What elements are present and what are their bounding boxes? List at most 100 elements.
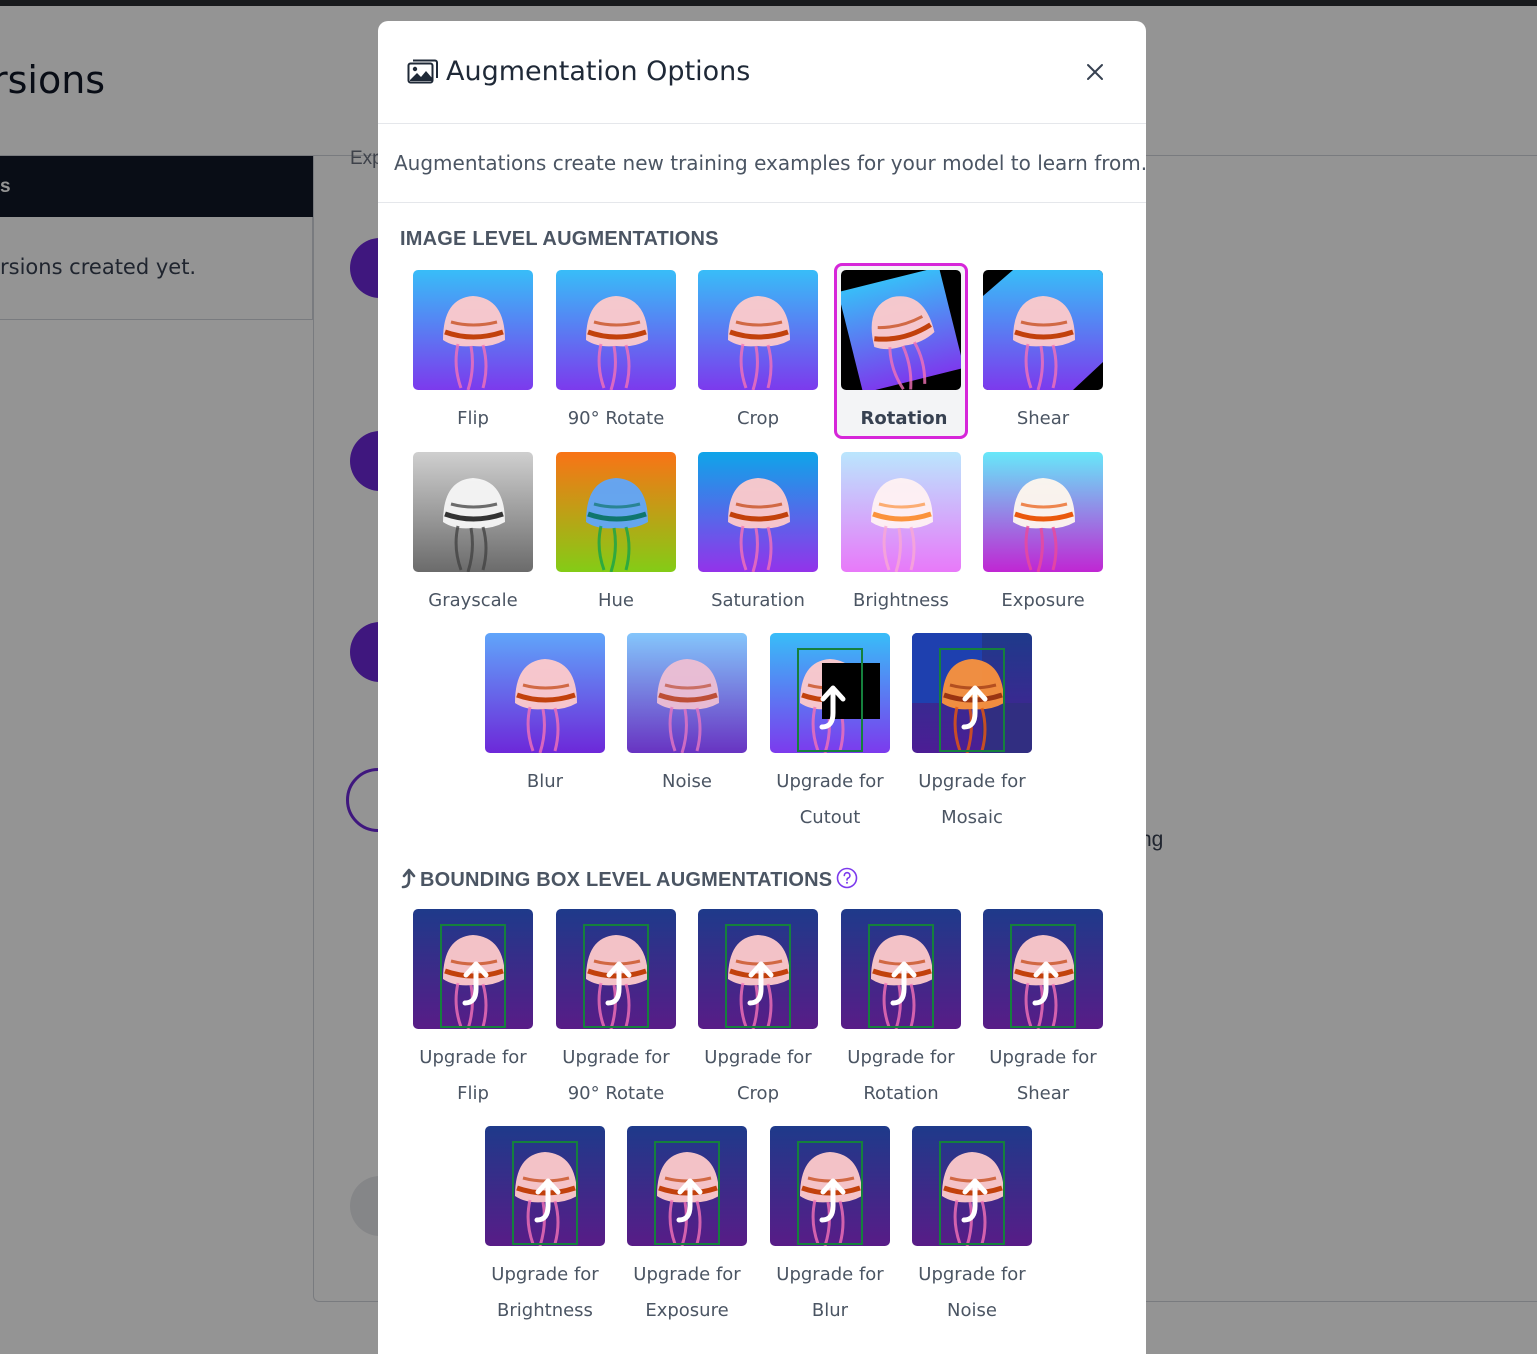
augmentation-label: Upgrade for Flip bbox=[419, 1047, 527, 1104]
augmentation-tile-upgrade-for-blur[interactable]: Upgrade for Blur bbox=[763, 1119, 897, 1329]
augmentation-tile-upgrade-for-cutout[interactable]: Upgrade for Cutout bbox=[763, 626, 897, 836]
augmentation-tile-brightness[interactable]: Brightness bbox=[834, 445, 968, 621]
upgrade-lock-preview-icon bbox=[983, 909, 1103, 1029]
augmentation-label: Rotation bbox=[860, 408, 948, 429]
help-icon[interactable] bbox=[836, 867, 858, 889]
augmentation-label: Crop bbox=[736, 408, 779, 429]
augmentation-label: Blur bbox=[526, 771, 564, 792]
augmentation-label: Hue bbox=[597, 590, 635, 611]
jellyfish-preview-icon bbox=[698, 270, 818, 390]
augmentation-thumbnail bbox=[413, 909, 533, 1029]
augmentation-thumbnail bbox=[556, 452, 676, 572]
augmentation-thumbnail bbox=[770, 633, 890, 753]
augmentation-tile-rotation[interactable]: Rotation bbox=[834, 263, 968, 439]
augmentation-thumbnail bbox=[485, 633, 605, 753]
augmentation-label: Upgrade for Mosaic bbox=[918, 771, 1026, 828]
section-title-text: BOUNDING BOX LEVEL AUGMENTATIONS bbox=[420, 869, 833, 891]
augmentation-tile-noise[interactable]: Noise bbox=[620, 626, 754, 802]
jellyfish-preview-icon bbox=[841, 452, 961, 572]
upgrade-lock-preview-icon bbox=[770, 633, 890, 753]
augmentation-options-modal: Augmentation Options Augmentations creat… bbox=[378, 21, 1146, 1354]
augmentation-tile-upgrade-for-shear[interactable]: Upgrade for Shear bbox=[976, 902, 1110, 1112]
jellyfish-preview-icon bbox=[627, 633, 747, 753]
augmentation-thumbnail bbox=[841, 270, 961, 390]
augmentation-tile-blur[interactable]: Blur bbox=[478, 626, 612, 802]
image-level-section-title: IMAGE LEVEL AUGMENTATIONS bbox=[400, 228, 719, 251]
upgrade-lock-preview-icon bbox=[912, 633, 1032, 753]
close-icon[interactable] bbox=[1082, 59, 1108, 85]
augmentation-tile-crop[interactable]: Crop bbox=[691, 263, 825, 439]
jellyfish-preview-icon bbox=[485, 633, 605, 753]
augmentation-label: Upgrade for Crop bbox=[704, 1047, 812, 1104]
augmentation-tile-upgrade-for-exposure[interactable]: Upgrade for Exposure bbox=[620, 1119, 754, 1329]
augmentation-tile-flip[interactable]: Flip bbox=[406, 263, 540, 439]
augmentation-tile-grayscale[interactable]: Grayscale bbox=[406, 445, 540, 621]
augmentation-label: Upgrade for Noise bbox=[918, 1264, 1026, 1321]
jellyfish-preview-icon bbox=[556, 452, 676, 572]
upgrade-lock-preview-icon bbox=[770, 1126, 890, 1246]
augmentation-thumbnail bbox=[841, 909, 961, 1029]
augmentation-thumbnail bbox=[698, 270, 818, 390]
bbox-level-section-title: BOUNDING BOX LEVEL AUGMENTATIONS bbox=[400, 867, 858, 892]
augmentation-thumbnail bbox=[770, 1126, 890, 1246]
augmentation-thumbnail bbox=[912, 1126, 1032, 1246]
augmentation-thumbnail bbox=[912, 633, 1032, 753]
jellyfish-preview-icon bbox=[413, 452, 533, 572]
augmentation-label: Upgrade for Exposure bbox=[633, 1264, 741, 1321]
modal-description: Augmentations create new training exampl… bbox=[378, 124, 1146, 203]
jellyfish-preview-icon bbox=[983, 452, 1103, 572]
augmentation-thumbnail bbox=[698, 452, 818, 572]
upgrade-lock-preview-icon bbox=[413, 909, 533, 1029]
augmentation-thumbnail bbox=[413, 452, 533, 572]
augmentation-label: Saturation bbox=[711, 590, 805, 611]
augmentation-tile-saturation[interactable]: Saturation bbox=[691, 445, 825, 621]
augmentation-thumbnail bbox=[556, 270, 676, 390]
jellyfish-preview-icon bbox=[841, 270, 961, 390]
augmentation-tile-upgrade-for-mosaic[interactable]: Upgrade for Mosaic bbox=[905, 626, 1039, 836]
upgrade-lock-preview-icon bbox=[556, 909, 676, 1029]
upgrade-arrow-icon bbox=[401, 868, 416, 889]
augmentation-label: Upgrade for Cutout bbox=[776, 771, 884, 828]
jellyfish-preview-icon bbox=[413, 270, 533, 390]
augmentation-thumbnail bbox=[698, 909, 818, 1029]
augmentation-thumbnail bbox=[485, 1126, 605, 1246]
augmentation-thumbnail bbox=[627, 1126, 747, 1246]
upgrade-lock-preview-icon bbox=[912, 1126, 1032, 1246]
augmentation-label: Upgrade for Brightness bbox=[491, 1264, 599, 1321]
augmentation-thumbnail bbox=[627, 633, 747, 753]
augmentation-tile-upgrade-for-noise[interactable]: Upgrade for Noise bbox=[905, 1119, 1039, 1329]
section-title-text: IMAGE LEVEL AUGMENTATIONS bbox=[400, 228, 719, 250]
augmentation-label: Noise bbox=[662, 771, 712, 792]
jellyfish-preview-icon bbox=[983, 270, 1103, 390]
augmentation-thumbnail bbox=[983, 270, 1103, 390]
upgrade-lock-preview-icon bbox=[627, 1126, 747, 1246]
augmentation-tile-hue[interactable]: Hue bbox=[549, 445, 683, 621]
augmentation-label: Upgrade for 90° Rotate bbox=[562, 1047, 670, 1104]
augmentation-label: Upgrade for Rotation bbox=[847, 1047, 955, 1104]
augmentation-tile-exposure[interactable]: Exposure bbox=[976, 445, 1110, 621]
images-icon bbox=[407, 59, 438, 84]
modal-title: Augmentation Options bbox=[446, 56, 751, 87]
jellyfish-preview-icon bbox=[698, 452, 818, 572]
augmentation-label: Upgrade for Shear bbox=[989, 1047, 1097, 1104]
augmentation-label: Exposure bbox=[1001, 590, 1085, 611]
upgrade-lock-preview-icon bbox=[698, 909, 818, 1029]
augmentation-thumbnail bbox=[983, 909, 1103, 1029]
augmentation-label: Brightness bbox=[853, 590, 949, 611]
augmentation-thumbnail bbox=[841, 452, 961, 572]
upgrade-lock-preview-icon bbox=[485, 1126, 605, 1246]
augmentation-thumbnail bbox=[983, 452, 1103, 572]
upgrade-lock-preview-icon bbox=[841, 909, 961, 1029]
augmentation-tile-upgrade-for-brightness[interactable]: Upgrade for Brightness bbox=[478, 1119, 612, 1329]
augmentation-tile-shear[interactable]: Shear bbox=[976, 263, 1110, 439]
augmentation-label: Upgrade for Blur bbox=[776, 1264, 884, 1321]
augmentation-tile-upgrade-for-flip[interactable]: Upgrade for Flip bbox=[406, 902, 540, 1112]
augmentation-tile-upgrade-for-rotation[interactable]: Upgrade for Rotation bbox=[834, 902, 968, 1112]
augmentation-label: 90° Rotate bbox=[567, 408, 665, 429]
augmentation-thumbnail bbox=[413, 270, 533, 390]
augmentation-tile-upgrade-for-crop[interactable]: Upgrade for Crop bbox=[691, 902, 825, 1112]
augmentation-label: Grayscale bbox=[428, 590, 518, 611]
augmentation-tile-90-rotate[interactable]: 90° Rotate bbox=[549, 263, 683, 439]
augmentation-tile-upgrade-for-90-rotate[interactable]: Upgrade for 90° Rotate bbox=[549, 902, 683, 1112]
modal-header: Augmentation Options bbox=[378, 21, 1146, 124]
